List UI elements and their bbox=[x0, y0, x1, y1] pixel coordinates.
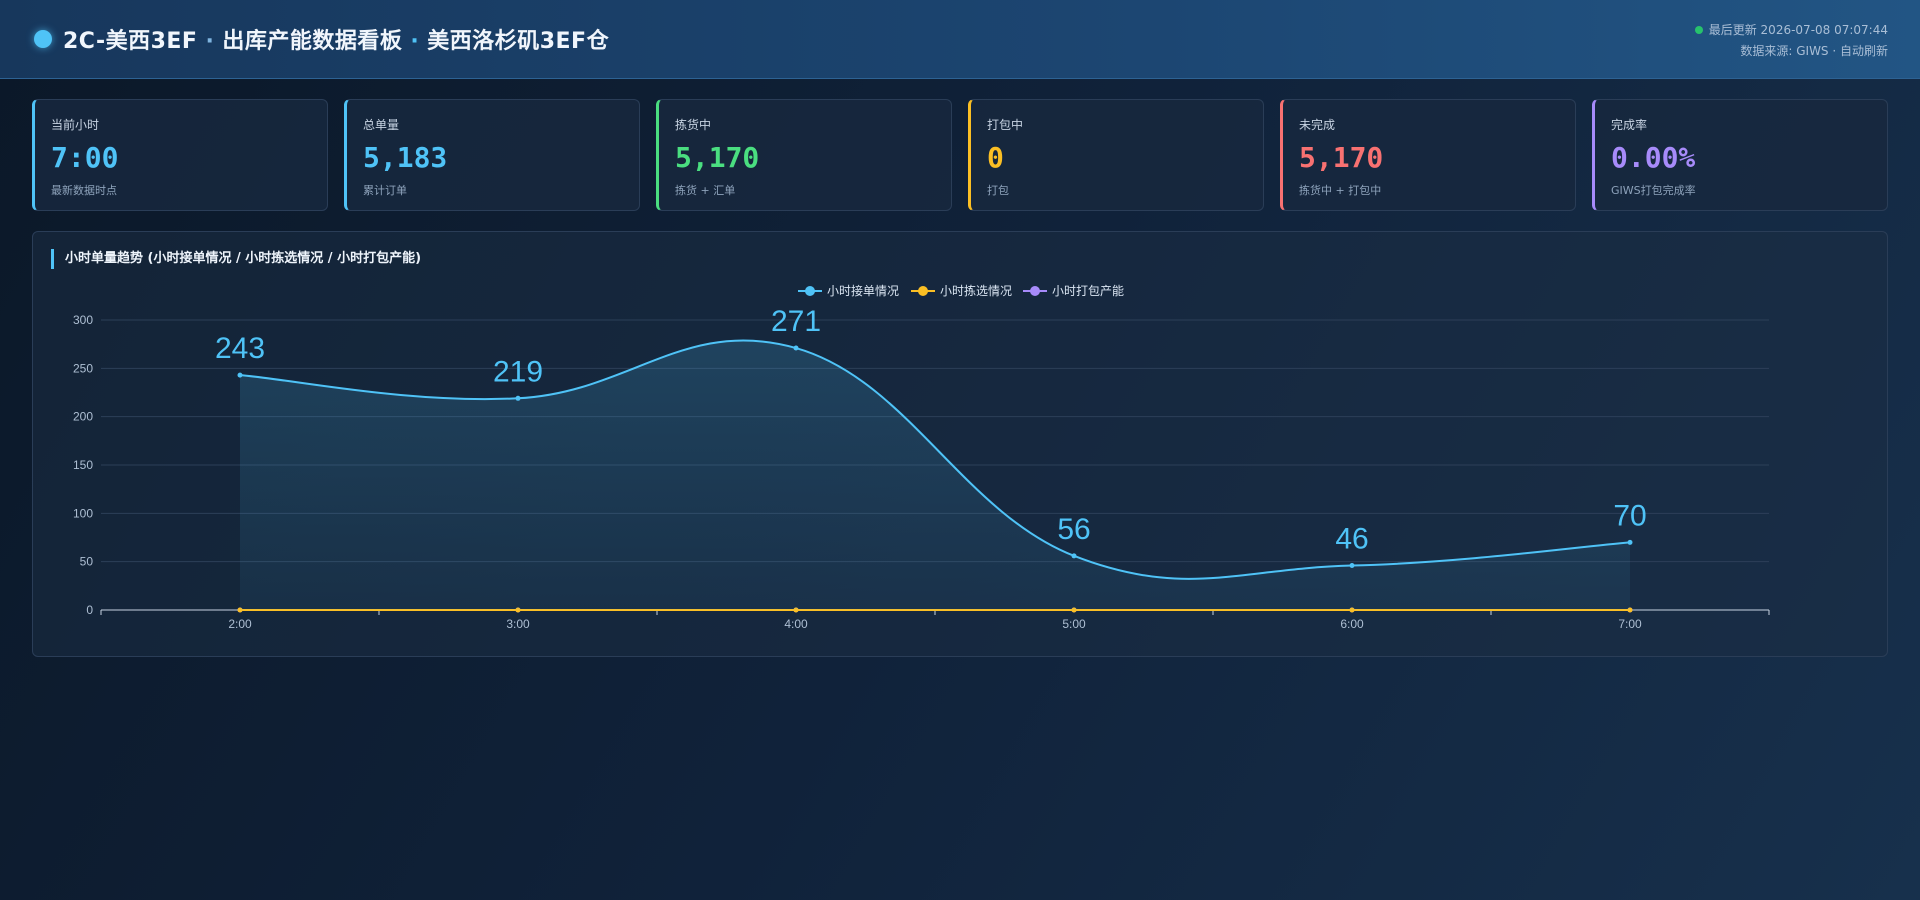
kpi-subtitle: 拣货 + 汇单 bbox=[675, 184, 736, 197]
title-separator-2: · bbox=[410, 29, 420, 54]
kpi-value: 5,170 bbox=[675, 141, 760, 174]
kpi-card-total-orders: 总单量 5,183 累计订单 bbox=[344, 99, 640, 211]
legend-swatch-icon bbox=[1030, 286, 1040, 296]
kpi-label: 总单量 bbox=[363, 118, 400, 132]
kpi-cards: 当前小时 7:00 最新数据时点 总单量 5,183 累计订单 拣货中 5,17… bbox=[32, 99, 1888, 211]
legend-swatch-icon bbox=[805, 286, 815, 296]
data-point bbox=[1627, 539, 1633, 545]
title-warehouse-code: 2C-美西3EF bbox=[63, 29, 198, 54]
series-area bbox=[240, 340, 1630, 610]
data-point bbox=[1349, 563, 1355, 569]
legend-swatch-icon bbox=[918, 286, 928, 296]
data-point bbox=[515, 395, 521, 401]
kpi-subtitle: GIWS打包完成率 bbox=[1611, 184, 1696, 197]
kpi-value: 5,170 bbox=[1299, 141, 1384, 174]
y-tick-label: 300 bbox=[73, 313, 93, 327]
kpi-value: 0 bbox=[987, 141, 1004, 174]
trend-chart-panel: 小时单量趋势 (小时接单情况 / 小时拣选情况 / 小时打包产能) 0 50 100… bbox=[32, 231, 1888, 657]
data-label: 56 bbox=[1057, 513, 1090, 546]
kpi-subtitle: 最新数据时点 bbox=[51, 184, 117, 197]
x-tick-label: 4:00 bbox=[784, 617, 808, 631]
y-tick-label: 100 bbox=[73, 506, 93, 520]
kpi-value: 5,183 bbox=[363, 141, 448, 174]
kpi-subtitle: 拣货中 + 打包中 bbox=[1299, 184, 1382, 197]
title-dashboard-name: 出库产能数据看板 bbox=[222, 29, 403, 54]
x-tick-label: 5:00 bbox=[1062, 617, 1086, 631]
data-source-text: 数据来源: GIWS · 自动刷新 bbox=[1740, 44, 1888, 58]
last-update-row: 最后更新 2026-07-08 07:07:44 bbox=[1694, 20, 1888, 41]
kpi-label: 当前小时 bbox=[51, 118, 100, 132]
title-warehouse-name: 美西洛杉矶3EF仓 bbox=[427, 29, 610, 54]
legend-label: 小时打包产能 bbox=[1052, 284, 1124, 298]
y-tick-label: 150 bbox=[73, 458, 93, 472]
x-tick-label: 6:00 bbox=[1340, 617, 1364, 631]
page-title: 2C-美西3EF · 出库产能数据看板 · 美西洛杉矶3EF仓 bbox=[63, 23, 609, 55]
data-point bbox=[1071, 553, 1077, 559]
y-tick-label: 50 bbox=[80, 555, 94, 569]
x-tick-label: 7:00 bbox=[1618, 617, 1642, 631]
status-dot-icon bbox=[34, 30, 52, 48]
y-tick-label: 200 bbox=[73, 410, 93, 424]
y-tick-label: 0 bbox=[86, 603, 93, 617]
live-indicator-icon bbox=[1694, 25, 1703, 34]
header-meta: 最后更新 2026-07-08 07:07:44 数据来源: GIWS · 自动… bbox=[1694, 20, 1888, 62]
legend-label: 小时拣选情况 bbox=[940, 283, 1012, 298]
data-point bbox=[793, 345, 799, 351]
kpi-card-completion-rate: 完成率 0.00% GIWS打包完成率 bbox=[1592, 99, 1888, 211]
kpi-label: 打包中 bbox=[987, 118, 1024, 132]
title-separator: · bbox=[205, 29, 215, 54]
header-bar: 2C-美西3EF · 出库产能数据看板 · 美西洛杉矶3EF仓 最后更新 2026-07… bbox=[0, 0, 1920, 79]
data-label: 70 bbox=[1613, 499, 1646, 532]
kpi-value: 7:00 bbox=[51, 141, 119, 174]
kpi-card-current-hour: 当前小时 7:00 最新数据时点 bbox=[32, 99, 328, 211]
data-label: 243 bbox=[215, 332, 265, 365]
last-update-text: 最后更新 2026-07-08 07:07:44 bbox=[1708, 23, 1888, 37]
data-label: 271 bbox=[771, 305, 821, 338]
data-label: 219 bbox=[493, 355, 543, 388]
x-tick-label: 2:00 bbox=[228, 617, 252, 631]
kpi-card-packing: 打包中 0 打包 bbox=[968, 99, 1264, 211]
y-tick-label: 250 bbox=[73, 361, 93, 375]
data-point bbox=[237, 372, 243, 378]
kpi-label: 未完成 bbox=[1299, 118, 1336, 132]
kpi-subtitle: 打包 bbox=[987, 184, 1009, 197]
data-label: 46 bbox=[1335, 523, 1368, 556]
kpi-subtitle: 累计订单 bbox=[363, 184, 407, 197]
kpi-label: 完成率 bbox=[1611, 118, 1648, 132]
kpi-value: 0.00% bbox=[1611, 141, 1696, 174]
kpi-card-incomplete: 未完成 5,170 拣货中 + 打包中 bbox=[1280, 99, 1576, 211]
kpi-card-picking: 拣货中 5,170 拣货 + 汇单 bbox=[656, 99, 952, 211]
trend-line-chart: 0 50 100 150 200 250 300 2:00 3:00 4:00 5:00 6:00 7:… bbox=[73, 283, 1770, 631]
x-tick-label: 3:00 bbox=[506, 617, 530, 631]
kpi-label: 拣货中 bbox=[675, 118, 712, 132]
legend-label: 小时接单情况 bbox=[827, 283, 899, 298]
